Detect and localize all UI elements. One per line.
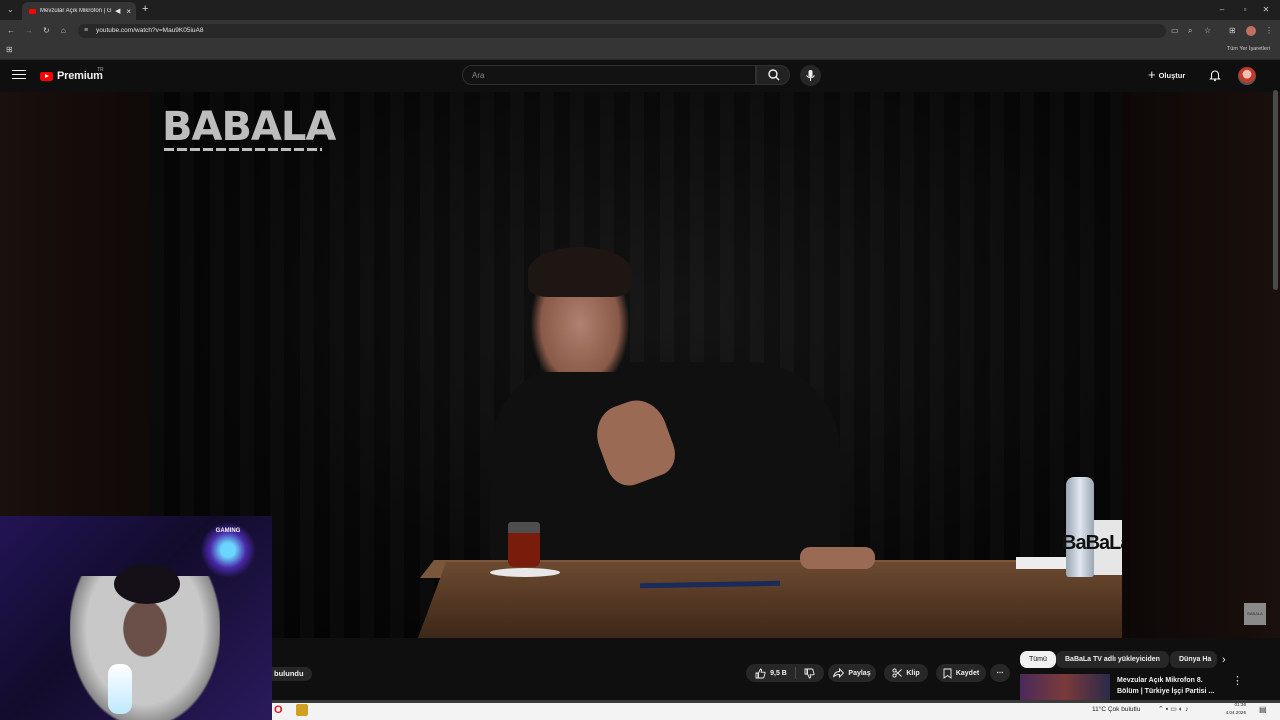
tab-title: Mevzular Açık Mikrofon | G (40, 8, 112, 14)
account-avatar[interactable] (1238, 67, 1256, 85)
clock-time: 01:36 (1234, 702, 1247, 707)
back-icon[interactable]: ← (7, 26, 15, 35)
desk-lamp (108, 664, 132, 714)
water-bottle (1066, 477, 1094, 577)
all-bookmarks-label[interactable]: Tüm Yer İşaretleri (1227, 46, 1270, 52)
forward-icon[interactable]: → (25, 26, 33, 35)
recommendation-more-icon[interactable]: ⋮ (1232, 674, 1243, 687)
tray-icons[interactable]: ⌃ ▪ ▭ ◐ ♪ (1158, 705, 1188, 713)
site-info-icon[interactable]: ≡ (84, 24, 88, 38)
show-logo-watermark: BABALA (162, 104, 336, 150)
voice-search-button[interactable] (800, 65, 821, 86)
taskbar-clock[interactable]: 01:36 4.04.2026 (1222, 701, 1246, 717)
audio-icon[interactable]: ◀ (115, 7, 120, 15)
thumbs-down-icon (804, 668, 815, 678)
youtube-logo[interactable]: Premium (40, 70, 103, 82)
more-horizontal-icon: ⋯ (996, 670, 1004, 677)
logo-underline (164, 148, 322, 151)
plus-icon: + (1148, 67, 1156, 82)
apps-grid-icon[interactable]: ⊞ (6, 45, 13, 54)
video-player[interactable]: BABALA BaBaLa (150, 92, 1122, 638)
tab-strip (0, 0, 1280, 20)
chevron-right-icon[interactable]: › (1222, 654, 1226, 666)
recommendation-thumbnail[interactable] (1020, 674, 1110, 700)
more-actions-button[interactable]: ⋯ (990, 664, 1010, 682)
tab-search-icon[interactable]: ⌄ (7, 5, 14, 14)
save-label: Kaydet (955, 669, 980, 677)
notification-center-icon[interactable]: ▤ (1259, 705, 1267, 714)
home-icon[interactable]: ⌂ (61, 26, 66, 35)
share-label: Paylaş (848, 669, 871, 677)
minimize-icon[interactable]: – (1213, 3, 1231, 17)
webcam-overlay: GAMING (0, 516, 272, 720)
create-label: Oluştur (1158, 70, 1186, 80)
logo-text: Premium (57, 70, 103, 82)
found-label: bulundu (272, 667, 312, 681)
profile-icon[interactable] (1246, 26, 1256, 36)
zoom-icon[interactable]: ⌕ (1188, 26, 1192, 36)
like-divider (794, 667, 796, 679)
channel-watermark[interactable]: BABALA (1244, 603, 1266, 625)
search-icon (768, 69, 780, 81)
url-bar[interactable]: ≡ youtube.com/watch?v=Mau9K05iuA8 (78, 24, 1166, 38)
share-icon (833, 668, 845, 678)
chip-all[interactable]: Tümü (1020, 651, 1056, 668)
napkin (1016, 557, 1066, 569)
maximize-icon[interactable]: ▫ (1236, 3, 1254, 17)
search-input[interactable]: Ara (462, 65, 756, 85)
page-scrollbar[interactable] (1273, 90, 1278, 290)
thumbs-up-icon (755, 668, 766, 678)
clip-button[interactable]: Klip (884, 664, 928, 682)
weather-widget[interactable]: 11°C Çok bulutlu (1092, 706, 1140, 713)
recommendation-title[interactable]: Mevzular Açık Mikrofon 8. Bölüm | Türkiy… (1117, 675, 1225, 697)
share-button[interactable]: Paylaş (828, 664, 876, 682)
clip-label: Klip (906, 669, 920, 677)
extensions-icon[interactable]: ⊞ (1229, 26, 1236, 35)
microphone-icon (806, 70, 815, 81)
region-code: TR (97, 67, 104, 73)
bell-icon (1209, 70, 1221, 82)
saucer (490, 568, 560, 577)
opera-icon[interactable]: O (274, 704, 283, 716)
clock-date: 4.04.2026 (1225, 710, 1246, 715)
mug-text: BaBaLa (1062, 532, 1122, 554)
youtube-favicon-icon (29, 8, 36, 14)
reload-icon[interactable]: ↻ (43, 26, 50, 35)
like-count: 9,5 B (770, 669, 787, 677)
tea-glass (508, 522, 540, 567)
close-window-icon[interactable]: ✕ (1257, 3, 1275, 17)
hamburger-menu-icon[interactable] (12, 67, 26, 81)
create-button[interactable]: + Oluştur (1148, 67, 1185, 83)
bookmarks-bar (0, 42, 1280, 60)
new-tab-icon[interactable]: + (142, 3, 148, 15)
scissors-icon (892, 668, 903, 678)
streamer-hair (114, 564, 180, 604)
presenter-hair (528, 247, 632, 297)
search-button[interactable] (756, 65, 790, 85)
bookmark-icon (943, 668, 952, 679)
like-button[interactable]: 9,5 B (746, 664, 824, 682)
save-button[interactable]: Kaydet (936, 664, 986, 682)
youtube-play-icon (40, 71, 53, 81)
chip-uploader[interactable]: BaBaLa TV adlı yükleyiciden (1056, 651, 1169, 668)
browser-tab[interactable]: Mevzular Açık Mikrofon | G ◀ × (22, 2, 136, 20)
presenter-hand-on-desk (800, 547, 875, 569)
bookmark-star-icon[interactable]: ☆ (1204, 26, 1211, 35)
close-tab-icon[interactable]: × (126, 7, 131, 16)
chip-world[interactable]: Dünya Ha (1170, 651, 1217, 668)
notifications-button[interactable] (1208, 68, 1222, 87)
taskbar-app-icon[interactable] (296, 704, 308, 716)
cast-icon[interactable]: ▭ (1171, 26, 1179, 35)
neon-sign-text: GAMING (215, 528, 241, 534)
browser-menu-icon[interactable]: ⋮ (1265, 26, 1273, 35)
url-text: youtube.com/watch?v=Mau9K05iuA8 (96, 27, 204, 34)
